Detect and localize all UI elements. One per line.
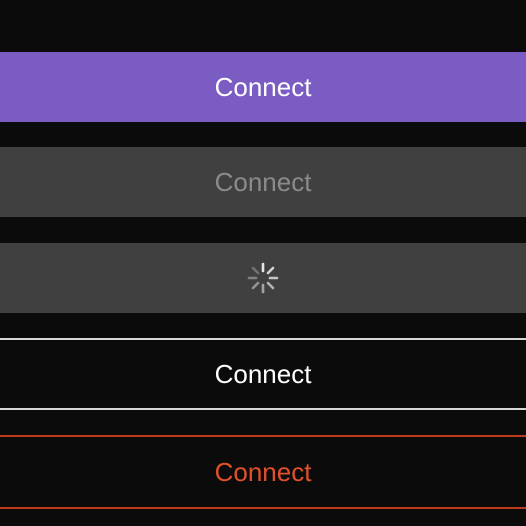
connect-button-primary[interactable]: Connect [0, 52, 526, 122]
connect-button-danger-label: Connect [214, 456, 312, 487]
connect-button-disabled[interactable]: Connect [0, 147, 526, 217]
connect-button-loading[interactable] [0, 243, 526, 313]
connect-button-outline-label: Connect [214, 358, 312, 389]
connect-button-danger[interactable]: Connect [0, 435, 526, 509]
connect-button-outline[interactable]: Connect [0, 338, 526, 410]
connect-button-disabled-label: Connect [214, 166, 312, 197]
spinner-icon [247, 262, 279, 294]
connect-button-primary-label: Connect [214, 71, 312, 102]
